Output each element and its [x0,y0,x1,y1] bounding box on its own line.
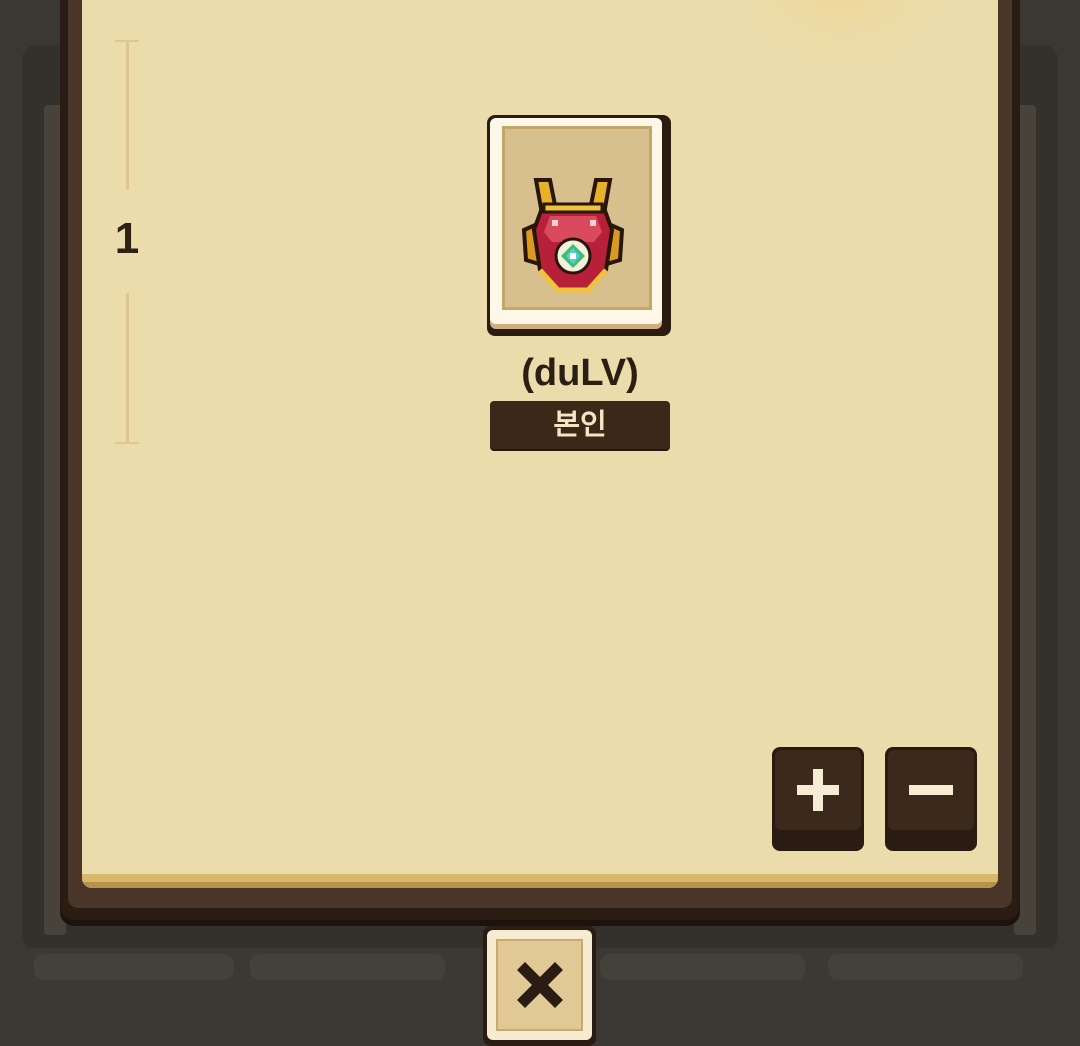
background-slot [34,954,234,980]
board-bottom-shadow [82,882,998,888]
ranked-item-card[interactable] [487,115,671,336]
rank-number: 1 [114,214,140,263]
close-button-face [496,939,583,1031]
close-button[interactable] [483,926,596,1046]
crimson-gold-armor-icon [521,178,625,293]
plus-icon [797,769,839,811]
zoom-in-button-face [775,750,861,830]
background-slot [828,954,1023,980]
rank-rail-upper [126,40,129,190]
minus-icon [909,785,953,795]
self-badge: 본인 [490,401,670,451]
zoom-out-button[interactable] [885,747,977,851]
background-slot [600,954,805,980]
light-glow [742,0,942,60]
item-card-frame [490,118,662,324]
player-name: (duLV) [521,352,639,394]
background-slot [250,954,445,980]
close-button-frame [487,930,592,1040]
zoom-out-button-face [888,750,974,830]
rank-rail-bottom-cap [115,442,139,444]
close-icon [516,962,563,1008]
zoom-in-button[interactable] [772,747,864,851]
rank-rail-lower [126,293,129,443]
